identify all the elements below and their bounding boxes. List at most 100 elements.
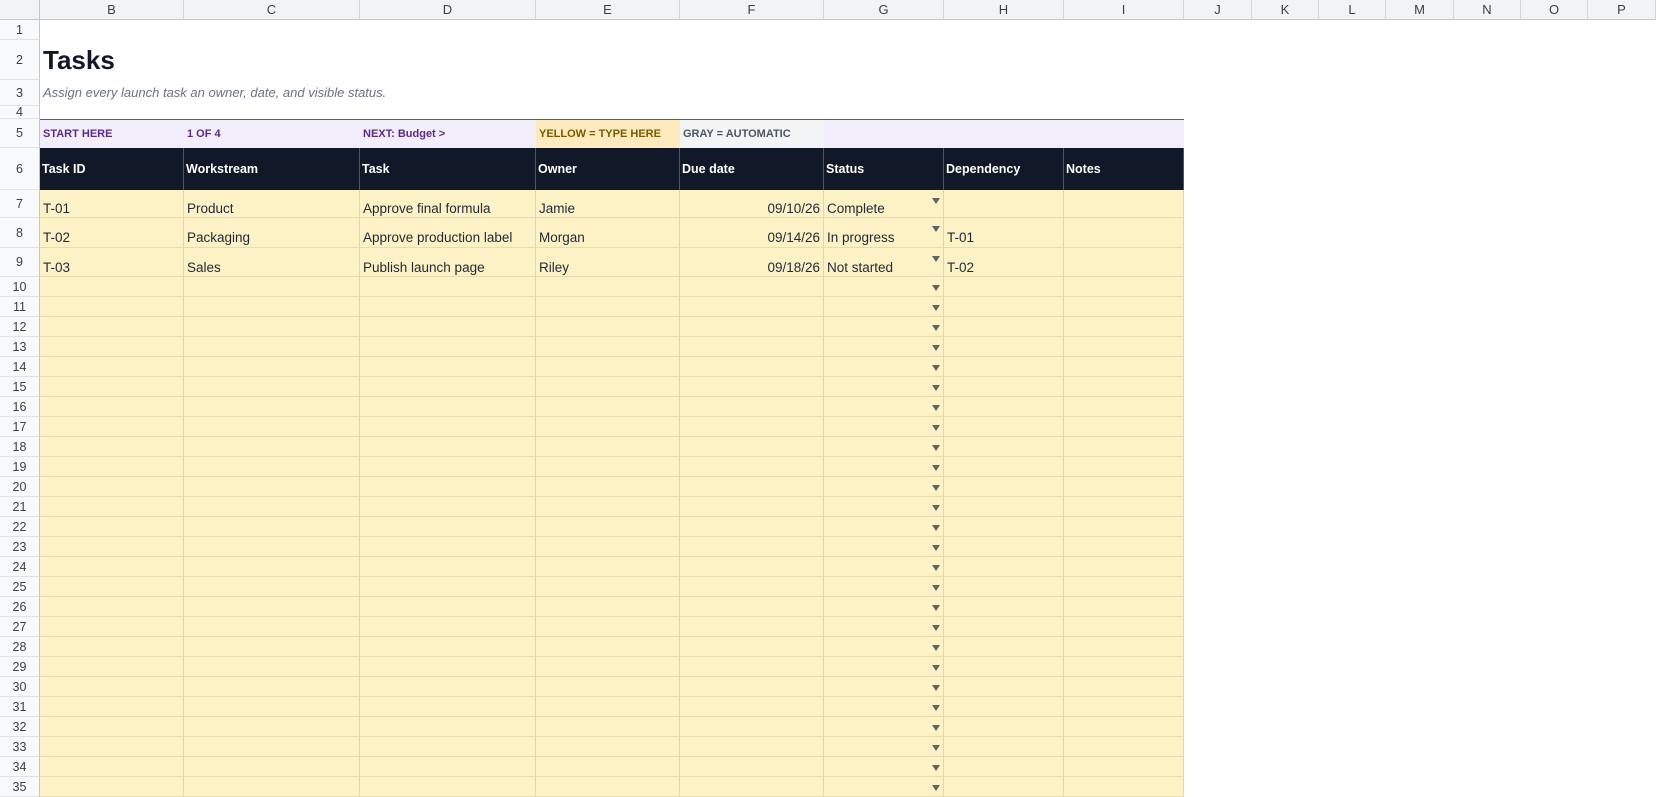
- cell-due-date[interactable]: 09/14/26: [680, 218, 824, 248]
- cell-dependency[interactable]: T-01: [944, 218, 1064, 248]
- triangle-down-icon[interactable]: [932, 785, 940, 791]
- triangle-down-icon[interactable]: [932, 285, 940, 291]
- column-header-l[interactable]: L: [1319, 0, 1386, 20]
- cell-owner[interactable]: [536, 357, 680, 377]
- triangle-down-icon[interactable]: [932, 365, 940, 371]
- cell-task-id[interactable]: [40, 537, 184, 557]
- triangle-down-icon[interactable]: [932, 465, 940, 471]
- triangle-down-icon[interactable]: [932, 585, 940, 591]
- cell-owner[interactable]: Jamie: [536, 190, 680, 218]
- cell-notes[interactable]: [1064, 777, 1184, 797]
- cell-task-id[interactable]: [40, 337, 184, 357]
- cell-status[interactable]: [824, 617, 944, 637]
- cell-notes[interactable]: [1064, 477, 1184, 497]
- cell-status[interactable]: [824, 297, 944, 317]
- cell-workstream[interactable]: [184, 457, 360, 477]
- cell-task[interactable]: Approve production label: [360, 218, 536, 248]
- cell-status[interactable]: [824, 377, 944, 397]
- column-header-c[interactable]: C: [184, 0, 360, 20]
- cell-workstream[interactable]: [184, 497, 360, 517]
- cell-task[interactable]: [360, 737, 536, 757]
- row-header-31[interactable]: 31: [0, 697, 40, 717]
- cell-task[interactable]: [360, 617, 536, 637]
- row-header-26[interactable]: 26: [0, 597, 40, 617]
- cell-owner[interactable]: [536, 497, 680, 517]
- row-header-2[interactable]: 2: [0, 40, 40, 80]
- cell-workstream[interactable]: [184, 777, 360, 797]
- cell-notes[interactable]: [1064, 577, 1184, 597]
- cell-dependency[interactable]: [944, 777, 1064, 797]
- cell-dependency[interactable]: [944, 437, 1064, 457]
- cell-notes[interactable]: [1064, 417, 1184, 437]
- cell-task[interactable]: [360, 417, 536, 437]
- cell-due-date[interactable]: [680, 357, 824, 377]
- cell-dependency[interactable]: [944, 417, 1064, 437]
- cell-status[interactable]: [824, 357, 944, 377]
- cell-status[interactable]: [824, 737, 944, 757]
- cell-due-date[interactable]: [680, 477, 824, 497]
- column-header-h[interactable]: H: [944, 0, 1064, 20]
- cell-task[interactable]: [360, 377, 536, 397]
- triangle-down-icon[interactable]: [932, 725, 940, 731]
- cell-status[interactable]: [824, 637, 944, 657]
- cell-dependency[interactable]: [944, 677, 1064, 697]
- cell-owner[interactable]: [536, 517, 680, 537]
- cell-owner[interactable]: [536, 617, 680, 637]
- cell-notes[interactable]: [1064, 457, 1184, 477]
- cell-status[interactable]: [824, 697, 944, 717]
- cell-workstream[interactable]: [184, 657, 360, 677]
- column-header-p[interactable]: P: [1588, 0, 1656, 20]
- triangle-down-icon[interactable]: [932, 525, 940, 531]
- row-header-10[interactable]: 10: [0, 277, 40, 297]
- cell-task-id[interactable]: [40, 637, 184, 657]
- cell-task[interactable]: [360, 717, 536, 737]
- cell-workstream[interactable]: [184, 277, 360, 297]
- triangle-down-icon[interactable]: [932, 198, 940, 204]
- triangle-down-icon[interactable]: [932, 226, 940, 232]
- cell-task[interactable]: [360, 477, 536, 497]
- cell-due-date[interactable]: [680, 537, 824, 557]
- row-header-20[interactable]: 20: [0, 477, 40, 497]
- cell-status[interactable]: Not started: [824, 248, 944, 277]
- triangle-down-icon[interactable]: [932, 445, 940, 451]
- cell-workstream[interactable]: [184, 437, 360, 457]
- cell-dependency[interactable]: [944, 737, 1064, 757]
- cell-task-id[interactable]: [40, 477, 184, 497]
- cell-task[interactable]: [360, 677, 536, 697]
- cell-owner[interactable]: Morgan: [536, 218, 680, 248]
- cell-dependency[interactable]: [944, 697, 1064, 717]
- cell-owner[interactable]: [536, 577, 680, 597]
- cell-owner[interactable]: [536, 537, 680, 557]
- cell-dependency[interactable]: [944, 377, 1064, 397]
- row-header-35[interactable]: 35: [0, 777, 40, 797]
- cell-workstream[interactable]: [184, 477, 360, 497]
- column-header-i[interactable]: I: [1064, 0, 1184, 20]
- cell-dependency[interactable]: [944, 190, 1064, 218]
- cell-task-id[interactable]: [40, 757, 184, 777]
- cell-task-id[interactable]: [40, 317, 184, 337]
- cell-dependency[interactable]: [944, 757, 1064, 777]
- cell-task[interactable]: Publish launch page: [360, 248, 536, 277]
- cell-workstream[interactable]: [184, 617, 360, 637]
- cell-due-date[interactable]: [680, 577, 824, 597]
- cell-workstream[interactable]: Packaging: [184, 218, 360, 248]
- cell-dependency[interactable]: [944, 557, 1064, 577]
- cell-due-date[interactable]: [680, 677, 824, 697]
- cell-notes[interactable]: [1064, 717, 1184, 737]
- cell-task-id[interactable]: [40, 397, 184, 417]
- row-header-1[interactable]: 1: [0, 20, 40, 40]
- cell-workstream[interactable]: [184, 397, 360, 417]
- cell-task-id[interactable]: T-03: [40, 248, 184, 277]
- cell-workstream[interactable]: [184, 597, 360, 617]
- cell-owner[interactable]: [536, 677, 680, 697]
- cell-due-date[interactable]: [680, 557, 824, 577]
- cell-workstream[interactable]: [184, 557, 360, 577]
- cell-task[interactable]: [360, 437, 536, 457]
- cell-due-date[interactable]: 09/18/26: [680, 248, 824, 277]
- cell-notes[interactable]: [1064, 357, 1184, 377]
- cell-notes[interactable]: [1064, 317, 1184, 337]
- cell-owner[interactable]: [536, 777, 680, 797]
- cell-task-id[interactable]: [40, 697, 184, 717]
- cell-workstream[interactable]: [184, 517, 360, 537]
- cell-due-date[interactable]: [680, 517, 824, 537]
